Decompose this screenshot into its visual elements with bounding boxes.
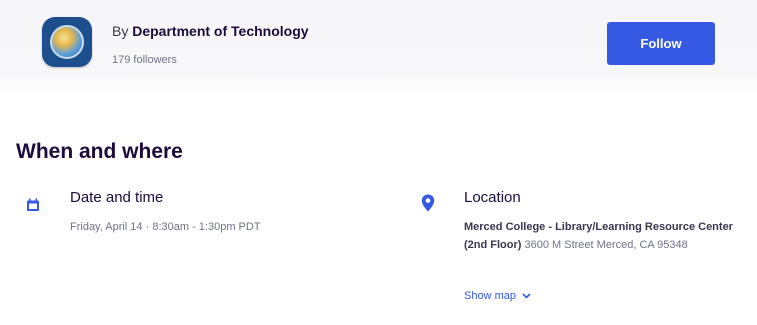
date-time-value: Friday, April 14 · 8:30am - 1:30pm PDT [70, 221, 261, 233]
organizer-byline: By Department of Technology [112, 23, 309, 39]
chevron-down-icon [522, 293, 531, 299]
map-pin-icon [421, 194, 435, 212]
location-details: Merced College - Library/Learning Resour… [464, 218, 734, 254]
organizer-avatar[interactable] [42, 17, 92, 67]
venue-address: 3600 M Street Merced, CA 95348 [524, 239, 688, 251]
by-prefix: By [112, 23, 129, 39]
calendar-icon [27, 198, 39, 211]
organizer-name-link[interactable]: Department of Technology [132, 23, 308, 39]
organizer-card: By Department of Technology 179 follower… [0, 0, 757, 100]
globe-logo-icon [50, 25, 84, 59]
section-title: When and where [16, 140, 183, 163]
show-map-label: Show map [464, 290, 516, 302]
follow-button[interactable]: Follow [607, 22, 715, 65]
date-time-title: Date and time [70, 189, 164, 206]
followers-count: 179 followers [112, 54, 177, 66]
location-title: Location [464, 189, 521, 206]
show-map-link[interactable]: Show map [464, 290, 531, 302]
